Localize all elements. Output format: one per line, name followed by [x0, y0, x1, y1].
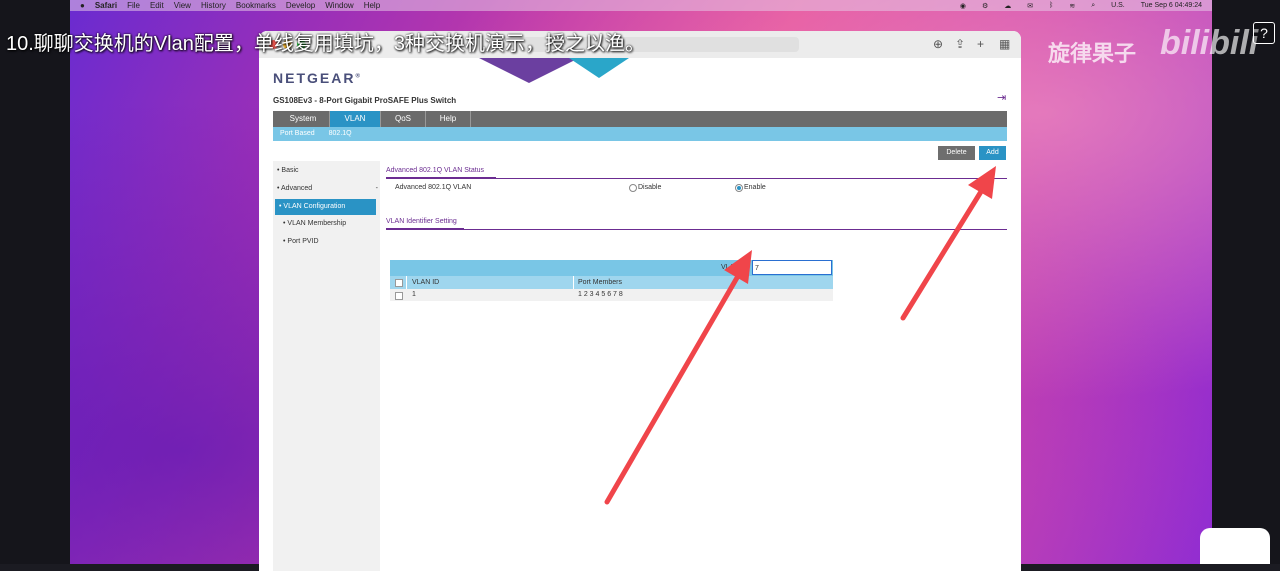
select-all-checkbox[interactable] [395, 279, 403, 287]
model-title: GS108Ev3 - 8-Port Gigabit ProSAFE Plus S… [273, 96, 457, 105]
tab-overview-icon[interactable]: ▦ [999, 37, 1010, 51]
row-checkbox[interactable] [395, 292, 403, 300]
menu-edit[interactable]: Edit [150, 1, 164, 10]
clock[interactable]: Tue Sep 6 04:49:24 [1141, 2, 1202, 9]
tab-qos[interactable]: QoS [381, 111, 426, 127]
tab-system[interactable]: System [277, 111, 330, 127]
menu-window[interactable]: Window [325, 1, 353, 10]
apple-menu-icon[interactable]: ● [80, 1, 85, 10]
menu-history[interactable]: History [201, 1, 226, 10]
left-black-bar [0, 0, 70, 564]
menu-safari[interactable]: Safari [95, 1, 117, 10]
table-row: 1 1 2 3 4 5 6 7 8 [390, 289, 833, 301]
subtab-8021q[interactable]: 802.1Q [322, 127, 359, 141]
bluetooth-icon[interactable]: ᛒ [1049, 2, 1053, 9]
menu-develop[interactable]: Develop [286, 1, 315, 10]
enable-label: Enable [744, 184, 766, 191]
delete-button[interactable]: Delete [938, 146, 975, 160]
left-nav: • Basic • Advanced - • VLAN Configuration… [273, 161, 380, 571]
column-header-vlan-id: VLAN ID [412, 279, 440, 286]
input-source[interactable]: U.S. [1111, 2, 1125, 9]
vlan-id-input[interactable]: 7 [752, 260, 832, 275]
uploader-watermark: 旋律果子 [1048, 41, 1137, 66]
cloud-icon[interactable]: ☁ [1004, 2, 1011, 10]
nav-port-pvid[interactable]: • Port PVID [283, 238, 319, 245]
search-icon[interactable]: ⌕ [1091, 2, 1095, 10]
nav-vlan-configuration[interactable]: • VLAN Configuration [275, 199, 376, 215]
disable-radio[interactable] [629, 184, 637, 192]
share-icon[interactable]: ⇪ [955, 37, 965, 51]
download-icon[interactable]: ⊕ [933, 37, 943, 51]
netgear-logo: NETGEAR® [273, 70, 362, 86]
menu-bookmarks[interactable]: Bookmarks [236, 1, 276, 10]
bilibili-logo: bilibili [1160, 24, 1259, 62]
menu-file[interactable]: File [127, 1, 140, 10]
row-port-members: 1 2 3 4 5 6 7 8 [578, 291, 623, 298]
table-header: VLAN ID Port Members [390, 276, 833, 289]
section-divider [386, 178, 1007, 179]
status-label: Advanced 802.1Q VLAN [395, 184, 472, 191]
nav-vlan-membership[interactable]: • VLAN Membership [283, 220, 346, 227]
macos-menubar: ● Safari File Edit View History Bookmark… [70, 0, 1212, 11]
status-section-title: Advanced 802.1Q VLAN Status [386, 167, 485, 174]
sub-nav: Port Based 802.1Q [273, 127, 1007, 141]
add-button[interactable]: Add [979, 146, 1006, 160]
section-divider [386, 229, 1007, 230]
tv-icon [1200, 528, 1270, 564]
nav-basic[interactable]: • Basic [277, 167, 299, 174]
wechat-icon[interactable]: ✉ [1027, 2, 1033, 10]
status-icon[interactable]: ◉ [960, 2, 966, 10]
tab-vlan[interactable]: VLAN [330, 111, 381, 127]
disable-label: Disable [638, 184, 662, 191]
status-icon[interactable]: ⚙ [982, 2, 988, 10]
wifi-icon[interactable]: ≋ [1069, 2, 1075, 10]
vlan-id-input-label: VLAN ID [721, 264, 749, 271]
main-nav: System VLAN QoS Help [273, 111, 1007, 127]
header-graphic [419, 58, 639, 83]
logout-icon[interactable]: ⇥ [997, 91, 1006, 104]
video-caption: 10.聊聊交换机的Vlan配置，单线复用填坑，3种交换机演示，授之以渔。 [6, 33, 645, 55]
new-tab-icon[interactable]: + [977, 37, 984, 51]
nav-advanced[interactable]: • Advanced - [277, 185, 378, 192]
safari-window: ⊕ ⇪ + ▦ NETGEAR® GS108Ev3 - 8-Port Gigab… [259, 31, 1021, 571]
identifier-section-title: VLAN Identifier Setting [386, 218, 457, 225]
column-header-port-members: Port Members [578, 279, 622, 286]
menu-view[interactable]: View [174, 1, 191, 10]
subtab-port-based[interactable]: Port Based [273, 127, 322, 141]
tab-help[interactable]: Help [426, 111, 471, 127]
right-black-bar [1212, 0, 1280, 564]
menu-help[interactable]: Help [364, 1, 380, 10]
enable-radio[interactable] [735, 184, 743, 192]
netgear-page: NETGEAR® GS108Ev3 - 8-Port Gigabit ProSA… [259, 58, 1021, 571]
row-vlan-id: 1 [412, 291, 416, 298]
help-icon[interactable]: ? [1253, 22, 1275, 44]
